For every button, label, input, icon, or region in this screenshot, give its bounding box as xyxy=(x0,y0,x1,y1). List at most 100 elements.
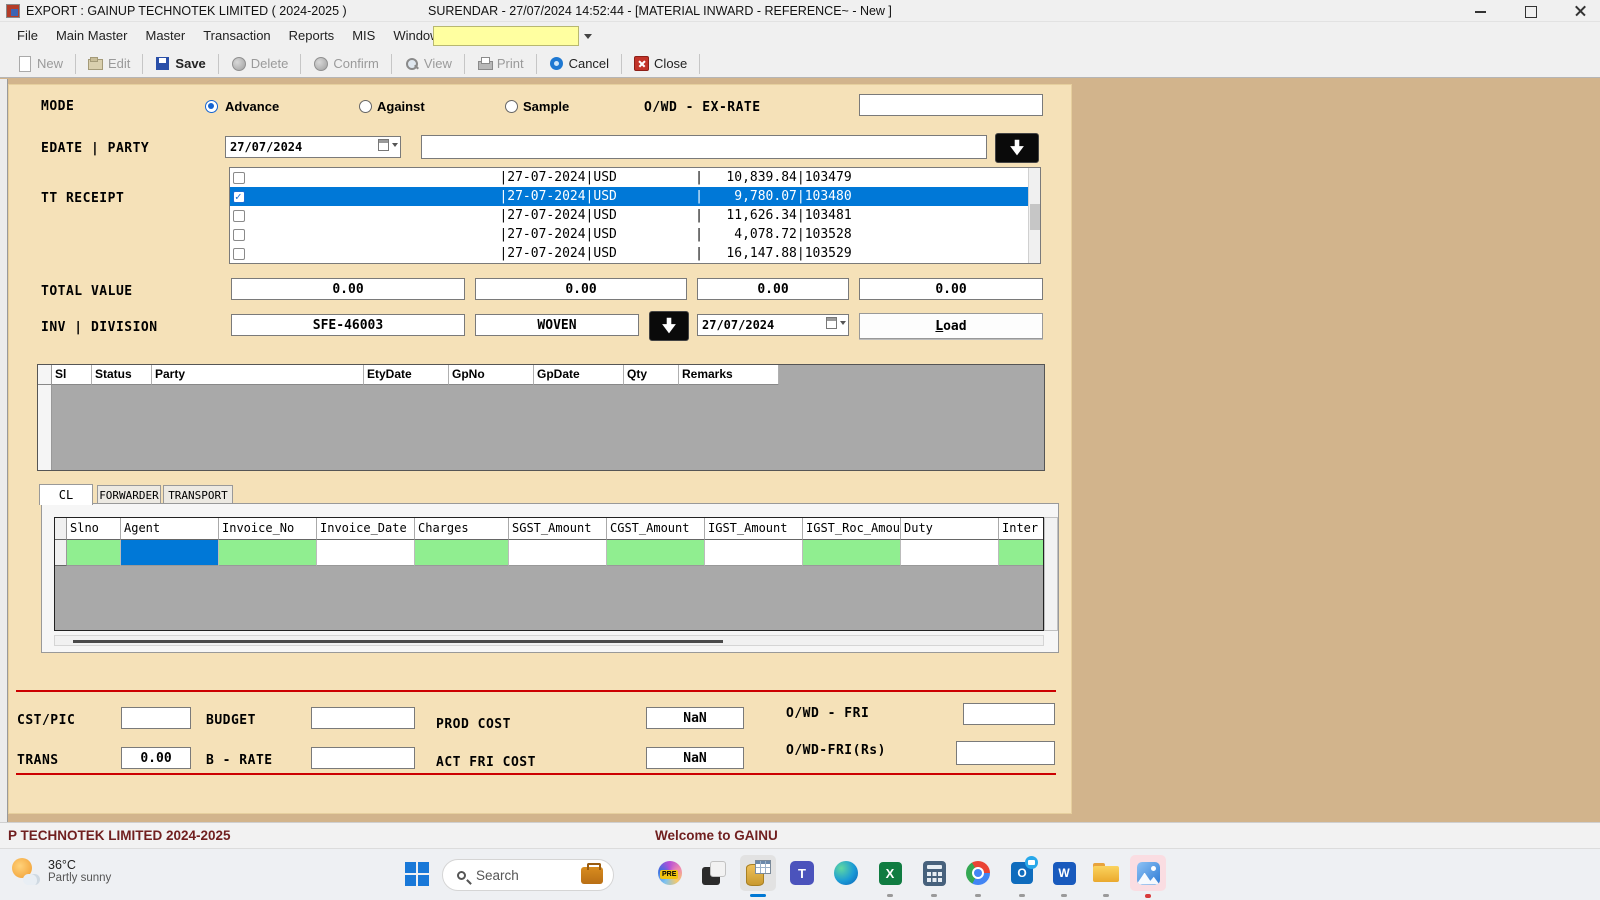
calculator-icon[interactable] xyxy=(916,855,952,891)
tt-receipt-row[interactable]: |27-07-2024|USD | 4,078.72|103528 xyxy=(230,225,1040,244)
total-value-2[interactable]: 0.00 xyxy=(475,278,687,300)
col-cgst-amount[interactable]: CGST_Amount xyxy=(607,518,705,540)
tab-cl[interactable]: CL xyxy=(39,484,93,505)
weather-widget[interactable]: 36°C Partly sunny xyxy=(10,856,111,886)
total-value-1[interactable]: 0.00 xyxy=(231,278,465,300)
col-party[interactable]: Party xyxy=(152,365,364,385)
cell-charges[interactable] xyxy=(415,540,509,566)
col-etydate[interactable]: EtyDate xyxy=(364,365,449,385)
checkbox-icon[interactable] xyxy=(233,229,245,241)
task-view-icon[interactable] xyxy=(696,855,732,891)
tt-receipt-row[interactable]: |27-07-2024|USD | 11,626.34|103481 xyxy=(230,206,1040,225)
delete-button[interactable]: Delete xyxy=(222,53,298,74)
calendar-icon[interactable] xyxy=(826,317,837,329)
col-igst-amount[interactable]: IGST_Amount xyxy=(705,518,803,540)
scrollbar-thumb[interactable] xyxy=(1030,204,1040,230)
chevron-down-icon[interactable] xyxy=(840,321,846,325)
budget-input[interactable] xyxy=(311,707,415,729)
teams-icon[interactable] xyxy=(784,855,820,891)
checkbox-checked-icon[interactable] xyxy=(233,191,245,203)
radio-advance-label[interactable]: Advance xyxy=(225,99,279,114)
col-slno[interactable]: Slno xyxy=(67,518,121,540)
owd-fri-input[interactable] xyxy=(963,703,1055,725)
col-invoice-date[interactable]: Invoice_Date xyxy=(317,518,415,540)
vertical-scrollbar[interactable] xyxy=(1028,168,1040,263)
col-qty[interactable]: Qty xyxy=(624,365,679,385)
charges-grid[interactable]: Slno Agent Invoice_No Invoice_Date Charg… xyxy=(54,517,1044,631)
cell-igst-amount[interactable] xyxy=(705,540,803,566)
start-button[interactable] xyxy=(405,862,429,886)
menu-reports[interactable]: Reports xyxy=(280,25,344,47)
vertical-scrollbar[interactable] xyxy=(1044,517,1058,631)
inv-fetch-button[interactable] xyxy=(649,311,689,341)
cell-inter[interactable] xyxy=(999,540,1043,566)
cell-igst-roc-amou[interactable] xyxy=(803,540,901,566)
maximize-icon[interactable] xyxy=(1520,2,1542,20)
inv-date-picker[interactable]: 27/07/2024 xyxy=(697,314,849,336)
tab-transport[interactable]: TRANSPORT xyxy=(163,485,233,505)
inward-grid[interactable]: Sl Status Party EtyDate GpNo GpDate Qty … xyxy=(37,364,1045,471)
owd-fri-rs-input[interactable] xyxy=(956,741,1055,765)
checkbox-icon[interactable] xyxy=(233,172,245,184)
cell-agent-selected[interactable] xyxy=(121,540,219,566)
edge-icon[interactable] xyxy=(828,855,864,891)
save-button[interactable]: Save xyxy=(146,53,214,74)
col-duty[interactable]: Duty xyxy=(901,518,999,540)
new-button[interactable]: New xyxy=(8,53,72,74)
photos-icon[interactable] xyxy=(1130,855,1166,891)
col-invoice-no[interactable]: Invoice_No xyxy=(219,518,317,540)
col-gpdate[interactable]: GpDate xyxy=(534,365,624,385)
act-fri-cost-value[interactable]: NaN xyxy=(646,747,744,769)
checkbox-icon[interactable] xyxy=(233,210,245,222)
outlook-icon[interactable] xyxy=(1004,855,1040,891)
col-charges[interactable]: Charges xyxy=(415,518,509,540)
file-explorer-icon[interactable] xyxy=(1088,855,1124,891)
word-icon[interactable] xyxy=(1046,855,1082,891)
party-input[interactable] xyxy=(421,135,987,159)
view-button[interactable]: View xyxy=(395,53,461,74)
quick-search-combo[interactable] xyxy=(433,26,579,46)
total-value-4[interactable]: 0.00 xyxy=(859,278,1043,300)
division-input[interactable]: WOVEN xyxy=(475,314,639,336)
radio-sample-label[interactable]: Sample xyxy=(523,99,569,114)
menu-mis[interactable]: MIS xyxy=(343,25,384,47)
chevron-down-icon[interactable] xyxy=(584,34,592,39)
tt-receipt-list[interactable]: |27-07-2024|USD | 10,839.84|103479 |27-0… xyxy=(229,167,1041,264)
cancel-button[interactable]: Cancel xyxy=(540,53,618,74)
tt-receipt-row-selected[interactable]: |27-07-2024|USD | 9,780.07|103480 xyxy=(230,187,1040,206)
party-fetch-button[interactable] xyxy=(995,133,1039,163)
checkbox-icon[interactable] xyxy=(233,248,245,260)
col-status[interactable]: Status xyxy=(92,365,152,385)
col-gpno[interactable]: GpNo xyxy=(449,365,534,385)
col-igst-roc-amou[interactable]: IGST_Roc_Amou xyxy=(803,518,901,540)
scrollbar-thumb[interactable] xyxy=(73,640,723,643)
col-sgst-amount[interactable]: SGST_Amount xyxy=(509,518,607,540)
col-inter[interactable]: Inter xyxy=(999,518,1043,540)
b-rate-input[interactable] xyxy=(311,747,415,769)
radio-advance[interactable] xyxy=(205,100,218,113)
menu-transaction[interactable]: Transaction xyxy=(194,25,279,47)
tt-receipt-row[interactable]: |27-07-2024|USD | 16,147.88|103529 xyxy=(230,244,1040,263)
chrome-icon[interactable] xyxy=(960,855,996,891)
gainup-app-icon[interactable] xyxy=(740,855,776,891)
edate-picker[interactable]: 27/07/2024 xyxy=(225,136,401,158)
trans-input[interactable]: 0.00 xyxy=(121,747,191,769)
cst-pic-input[interactable] xyxy=(121,707,191,729)
confirm-button[interactable]: Confirm xyxy=(304,53,388,74)
print-button[interactable]: Print xyxy=(468,53,533,74)
cell-slno[interactable] xyxy=(67,540,121,566)
col-remarks[interactable]: Remarks xyxy=(679,365,779,385)
menu-master[interactable]: Master xyxy=(136,25,194,47)
close-button[interactable]: Close xyxy=(625,53,696,74)
load-button[interactable]: LLoad xyxy=(859,313,1043,339)
copilot-icon[interactable]: PRE xyxy=(652,855,688,891)
excel-icon[interactable] xyxy=(872,855,908,891)
edit-button[interactable]: Edit xyxy=(79,53,139,74)
cell-invoice-date[interactable] xyxy=(317,540,415,566)
radio-against[interactable] xyxy=(359,100,372,113)
search-box[interactable]: Search xyxy=(442,859,614,891)
inv-input[interactable]: SFE-46003 xyxy=(231,314,465,336)
tt-receipt-row[interactable]: |27-07-2024|USD | 10,839.84|103479 xyxy=(230,168,1040,187)
col-agent[interactable]: Agent xyxy=(121,518,219,540)
charges-grid-row[interactable] xyxy=(55,540,1043,566)
